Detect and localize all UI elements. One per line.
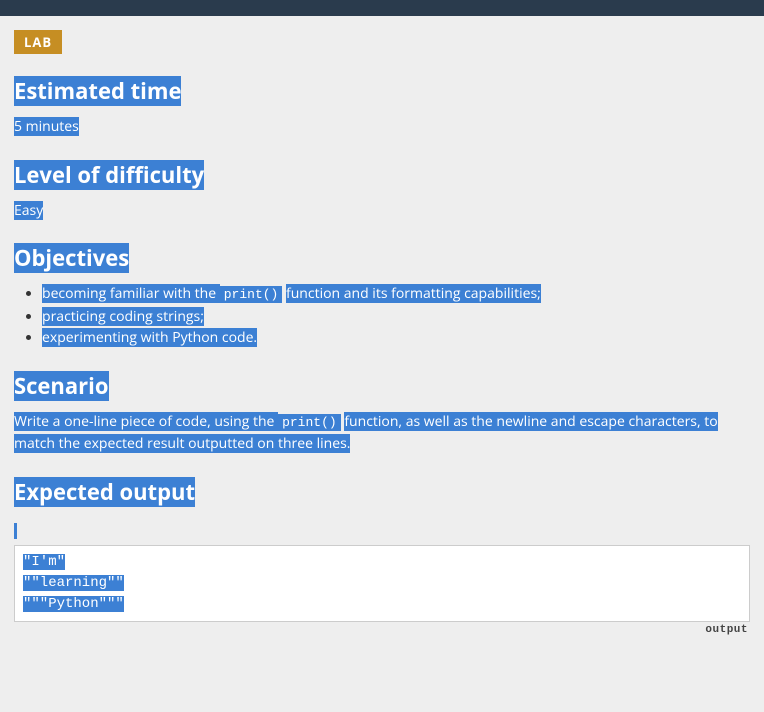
- selection-caret: [14, 523, 17, 539]
- estimated-time-value: 5 minutes: [14, 116, 750, 138]
- scenario-text: Write a one-line piece of code, using th…: [14, 411, 750, 455]
- heading-text: Objectives: [14, 243, 129, 273]
- list-item: experimenting with Python code.: [42, 327, 750, 349]
- heading-text: Scenario: [14, 371, 109, 401]
- heading-text: Estimated time: [14, 76, 181, 106]
- heading-estimated-time: Estimated time: [14, 76, 750, 106]
- code-print: print(): [220, 286, 283, 303]
- objectives-list: becoming familiar with the print() funct…: [42, 283, 750, 349]
- objective-text: experimenting with Python code.: [42, 328, 257, 347]
- lab-badge: LAB: [14, 30, 62, 54]
- value-text: Easy: [14, 201, 43, 220]
- scenario-part: Write a one-line piece of code, using th…: [14, 412, 278, 431]
- level-value: Easy: [14, 200, 750, 222]
- objective-text: function and its formatting capabilities…: [286, 284, 541, 303]
- heading-text: Level of difficulty: [14, 160, 204, 190]
- output-line: ""learning"": [23, 575, 124, 591]
- heading-expected-output: Expected output: [14, 477, 750, 507]
- heading-objectives: Objectives: [14, 243, 750, 273]
- heading-level: Level of difficulty: [14, 160, 750, 190]
- top-navbar: [0, 0, 764, 16]
- heading-scenario: Scenario: [14, 371, 750, 401]
- objective-text: becoming familiar with the: [42, 284, 220, 303]
- objective-text: practicing coding strings;: [42, 307, 204, 326]
- code-print: print(): [278, 414, 341, 431]
- heading-text: Expected output: [14, 477, 195, 507]
- list-item: becoming familiar with the print() funct…: [42, 283, 750, 305]
- output-caption: output: [14, 624, 748, 636]
- lesson-content: LAB Estimated time 5 minutes Level of di…: [0, 16, 764, 650]
- expected-output-codebox: "I'm" ""learning"" """Python""": [14, 545, 750, 622]
- output-line: "I'm": [23, 554, 65, 570]
- value-text: 5 minutes: [14, 117, 79, 136]
- list-item: practicing coding strings;: [42, 306, 750, 328]
- output-line: """Python""": [23, 596, 124, 612]
